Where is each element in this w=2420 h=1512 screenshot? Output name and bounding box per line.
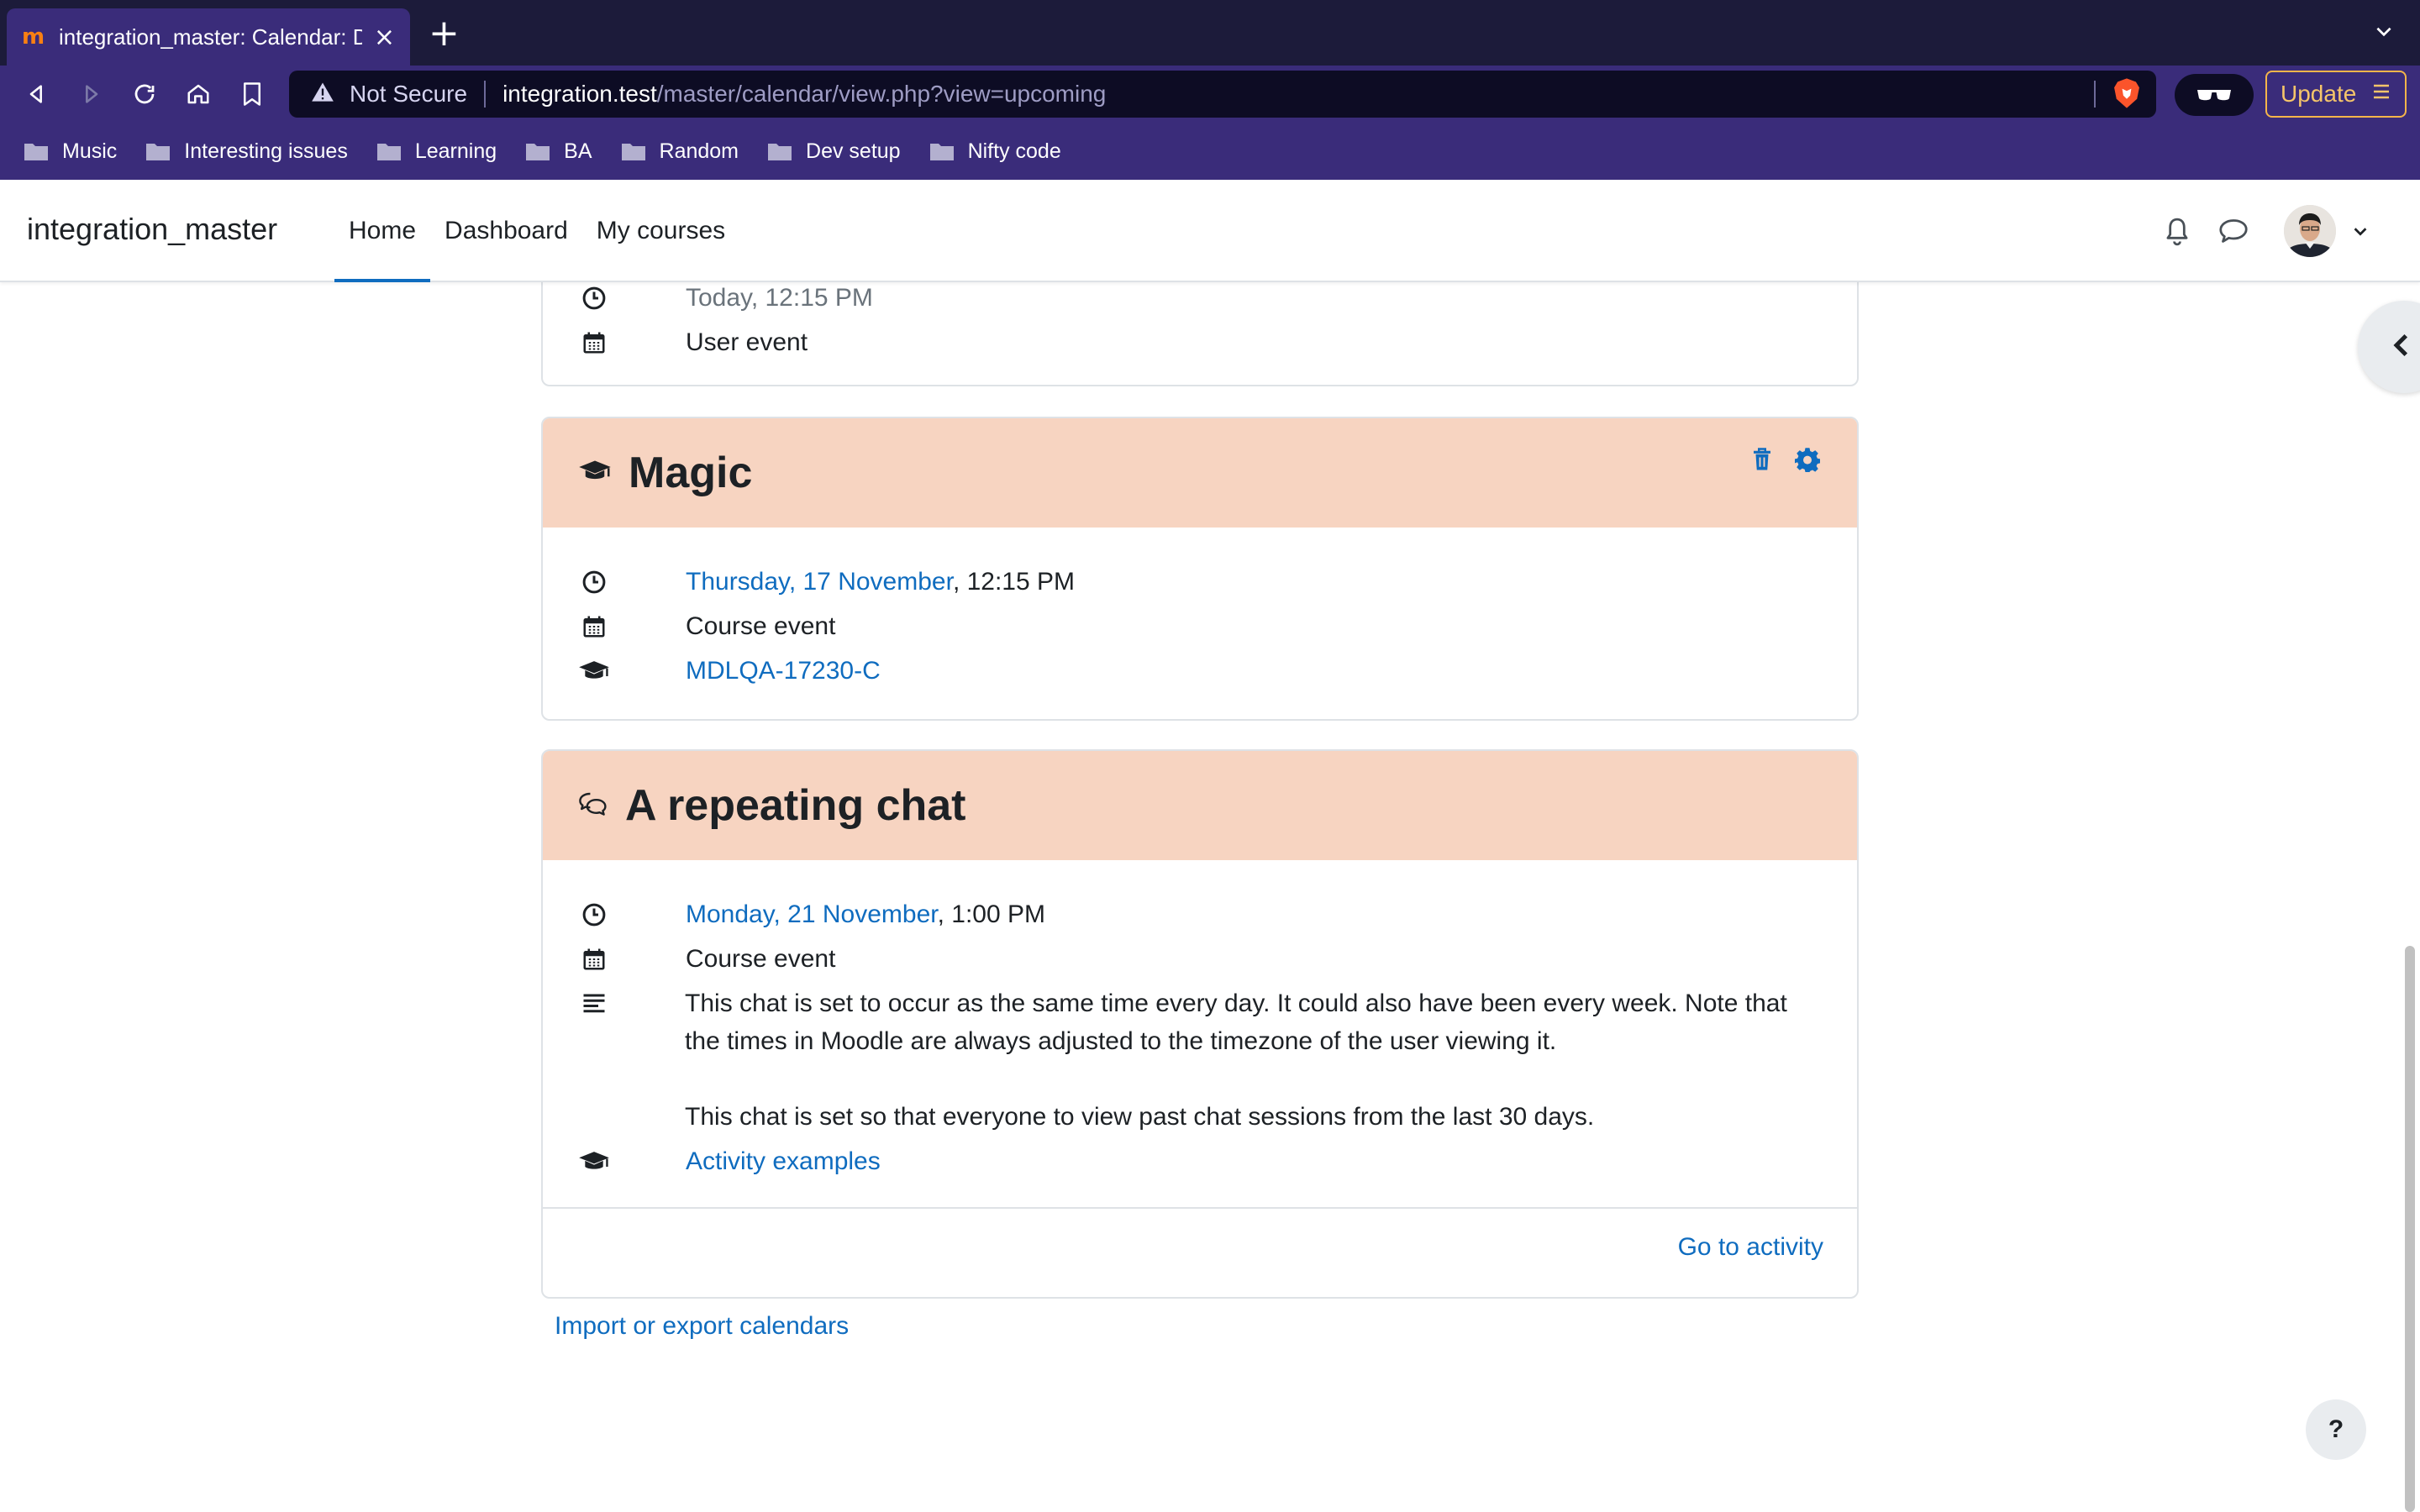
graduation-cap-icon: [578, 1142, 610, 1180]
url-divider: [484, 81, 487, 108]
url-path: /master/calendar/view.php?view=upcoming: [656, 81, 1107, 107]
graduation-cap-icon: [578, 459, 612, 488]
chevron-down-icon[interactable]: [2351, 222, 2370, 240]
forward-icon[interactable]: [76, 79, 106, 109]
avatar[interactable]: [2284, 205, 2336, 257]
event-card-footer: Go to activity: [543, 1207, 1857, 1286]
menu-icon: [2371, 81, 2391, 108]
event-course-link[interactable]: Activity examples: [686, 1142, 881, 1180]
folder-icon: [146, 144, 171, 160]
glasses-icon[interactable]: [2175, 74, 2254, 116]
graduation-cap-icon: [578, 652, 610, 690]
main-content: Today, 12:15 PM User event Magic Thursda…: [0, 282, 2420, 1512]
clock-icon: [578, 563, 610, 601]
event-type: User event: [686, 328, 808, 356]
help-button[interactable]: ?: [2306, 1399, 2366, 1460]
event-time: Today, 12:15 PM: [686, 284, 873, 312]
calendar-icon: [578, 607, 610, 645]
new-tab-button[interactable]: +: [429, 15, 460, 52]
bookmark-folder-interesting-issues[interactable]: Interesting issues: [145, 139, 348, 164]
tab-close-icon[interactable]: ×: [374, 23, 395, 52]
bookmark-folder-music[interactable]: Music: [24, 139, 117, 164]
event-datetime: Thursday, 17 November, 12:15 PM: [686, 563, 1075, 601]
browser-toolbar: Not Secure integration.test /master/cale…: [0, 66, 2420, 123]
event-course-link[interactable]: MDLQA-17230-C: [686, 652, 881, 690]
update-label: Update: [2281, 81, 2357, 107]
drawer-toggle-button[interactable]: [2358, 301, 2420, 393]
security-label: Not Secure: [350, 81, 468, 107]
calendar-icon: [578, 940, 610, 978]
chevron-left-icon: [2391, 333, 2410, 362]
go-to-activity-link[interactable]: Go to activity: [1678, 1233, 1823, 1262]
clock-icon: [578, 282, 610, 317]
reload-icon[interactable]: [129, 79, 160, 109]
event-date-link[interactable]: Monday, 21 November: [686, 900, 938, 928]
url-divider-right: [2094, 81, 2096, 108]
address-bar[interactable]: Not Secure integration.test /master/cale…: [289, 71, 2156, 118]
moodle-favicon-icon: m: [22, 24, 45, 50]
event-time: , 1:00 PM: [937, 900, 1046, 928]
gear-icon[interactable]: [1795, 447, 1820, 476]
description-paragraph: This chat is set to occur as the same ti…: [685, 990, 1787, 1055]
import-export-calendars-link[interactable]: Import or export calendars: [555, 1312, 849, 1341]
event-time: , 12:15 PM: [952, 568, 1076, 596]
home-icon[interactable]: [183, 79, 213, 109]
chat-icon: [578, 791, 608, 821]
site-navbar: integration_master Home Dashboard My cou…: [0, 180, 2420, 282]
folder-icon: [929, 144, 954, 160]
event-type: Course event: [686, 612, 836, 640]
tab-title: integration_master: Calendar: D: [59, 24, 362, 50]
page-scrollbar[interactable]: [2405, 946, 2415, 1512]
calendar-icon: [578, 323, 610, 361]
bookmark-folder-ba[interactable]: BA: [525, 139, 592, 164]
bookmark-folder-random[interactable]: Random: [621, 139, 739, 164]
event-actions: [1729, 447, 1820, 476]
folder-icon: [24, 144, 48, 160]
event-card-repeating-chat: A repeating chat Monday, 21 November, 1:…: [541, 749, 1859, 1299]
description-icon: [578, 984, 609, 1022]
event-card-header: Magic: [543, 418, 1857, 528]
update-button[interactable]: Update: [2265, 71, 2407, 118]
event-type: Course event: [686, 945, 836, 973]
event-title: A repeating chat: [625, 781, 966, 830]
event-card-user-event: Today, 12:15 PM User event: [541, 282, 1859, 386]
nav-my-courses[interactable]: My courses: [582, 180, 739, 282]
folder-icon: [526, 144, 550, 160]
primary-navigation: Home Dashboard My courses: [334, 180, 739, 282]
event-card-magic: Magic Thursday, 17 November, 12:15 PM Co…: [541, 417, 1859, 721]
folder-icon: [621, 144, 645, 160]
nav-home[interactable]: Home: [334, 180, 431, 282]
browser-tab-active[interactable]: m integration_master: Calendar: D ×: [7, 8, 410, 66]
nav-dashboard[interactable]: Dashboard: [430, 180, 582, 282]
trash-icon[interactable]: [1751, 447, 1773, 476]
bookmark-folder-learning[interactable]: Learning: [376, 139, 497, 164]
bell-icon[interactable]: [2163, 216, 2191, 246]
event-datetime: Monday, 21 November, 1:00 PM: [686, 895, 1045, 933]
event-date-link[interactable]: Thursday, 17 November: [686, 568, 953, 596]
event-description: This chat is set to occur as the same ti…: [685, 984, 1823, 1136]
user-navigation: [2136, 180, 2370, 282]
bookmark-icon[interactable]: [237, 79, 267, 109]
clock-icon: [578, 895, 610, 933]
bookmark-folder-nifty-code[interactable]: Nifty code: [929, 139, 1061, 164]
event-card-header: A repeating chat: [543, 751, 1857, 860]
bookmark-folder-dev-setup[interactable]: Dev setup: [767, 139, 901, 164]
description-paragraph: This chat is set so that everyone to vie…: [685, 1103, 1595, 1131]
brave-lion-icon[interactable]: [2112, 77, 2141, 115]
bookmarks-bar: Music Interesting issues Learning BA Ran…: [0, 123, 2420, 180]
tab-list-chevron-icon[interactable]: [2373, 20, 2395, 46]
url-host: integration.test: [502, 81, 657, 107]
folder-icon: [376, 144, 401, 160]
chat-bubble-icon[interactable]: [2218, 218, 2249, 244]
back-icon[interactable]: [22, 79, 52, 109]
folder-icon: [768, 144, 792, 160]
warning-icon: [311, 81, 334, 108]
browser-tabstrip: m integration_master: Calendar: D × +: [0, 0, 2420, 66]
site-name[interactable]: integration_master: [27, 212, 277, 247]
event-title: Magic: [629, 449, 753, 497]
